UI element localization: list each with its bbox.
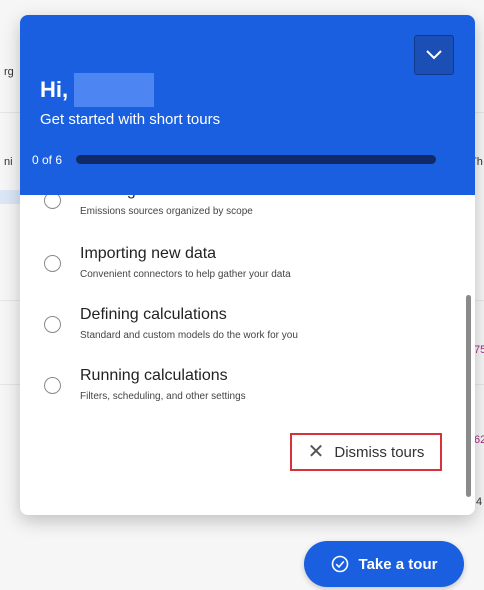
greeting: Hi, — [40, 73, 155, 107]
take-a-tour-button[interactable]: Take a tour — [304, 541, 464, 587]
dismiss-label: Dismiss tours — [334, 443, 425, 461]
tour-item-defining-calculations[interactable]: Defining calculations Standard and custo… — [44, 306, 454, 356]
dismiss-tours-button[interactable]: ✕ Dismiss tours — [290, 433, 442, 471]
collapse-button[interactable] — [414, 35, 454, 75]
chevron-down-icon — [426, 50, 442, 60]
tour-description: Convenient connectors to help gather you… — [80, 269, 291, 280]
tour-title: Importing new data — [80, 245, 217, 262]
tour-item-running-calculations[interactable]: Running calculations Filters, scheduling… — [44, 367, 454, 417]
tour-title: Defining calculations — [80, 306, 227, 323]
tour-list-scrollbar[interactable] — [466, 295, 471, 497]
background-fragment: ni — [4, 156, 13, 168]
progress-label: 0 of 6 — [32, 153, 63, 167]
background-fragment: 4 — [476, 496, 483, 508]
panel-header: Hi, Get started with short tours 0 of 6 — [20, 15, 475, 195]
tour-description: Standard and custom models do the work f… — [80, 330, 298, 341]
background-fragment: 75 — [474, 344, 484, 356]
header-subtitle: Get started with short tours — [40, 111, 221, 128]
tour-item-importing-data[interactable]: Importing new data Convenient connectors… — [44, 245, 454, 295]
tour-radio[interactable] — [44, 255, 61, 272]
redacted-user-name — [74, 73, 155, 107]
check-circle-icon — [331, 555, 349, 573]
tour-description: Emissions sources organized by scope — [80, 206, 253, 217]
close-icon: ✕ — [307, 441, 325, 463]
tour-radio[interactable] — [44, 316, 61, 333]
background-fragment: rg — [4, 66, 14, 78]
take-tour-label: Take a tour — [358, 555, 438, 573]
tour-description: Filters, scheduling, and other settings — [80, 391, 246, 402]
get-started-tours-panel: Hi, Get started with short tours 0 of 6 … — [20, 15, 475, 515]
background-fragment: 62 — [474, 434, 484, 446]
tour-radio[interactable] — [44, 377, 61, 394]
progress-bar — [76, 155, 436, 164]
tour-title: Running calculations — [80, 367, 228, 384]
background-row-highlight — [0, 190, 20, 204]
greeting-text: Hi, — [40, 77, 69, 102]
